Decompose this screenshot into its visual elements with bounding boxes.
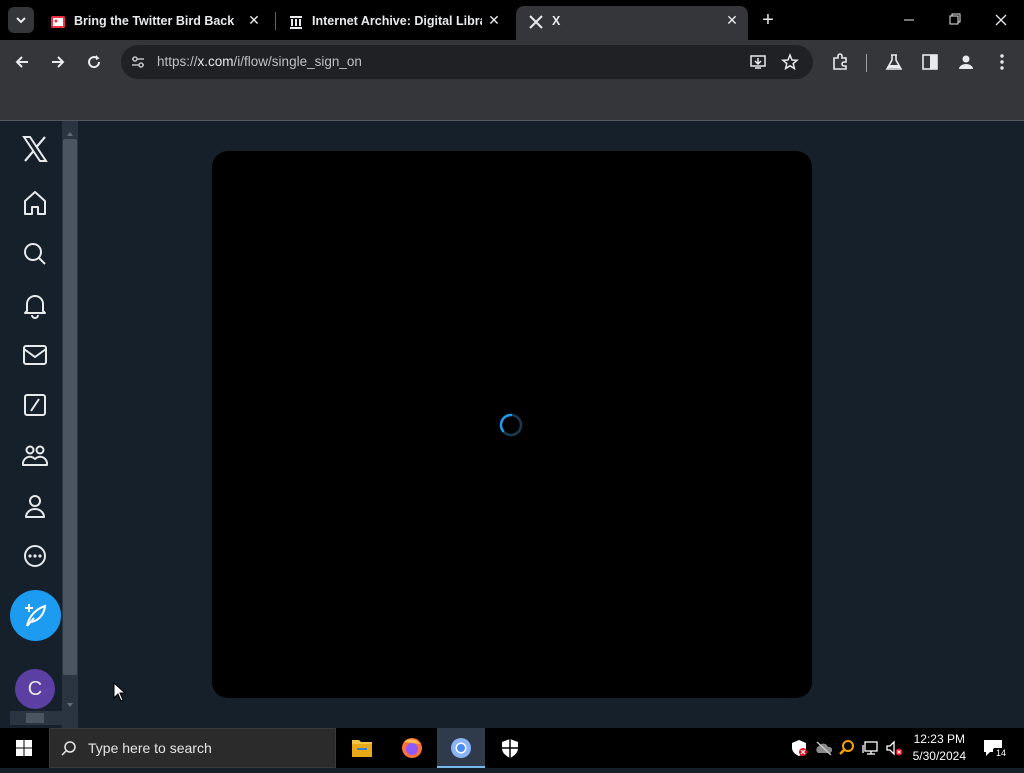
search-placeholder: Type here to search xyxy=(88,740,212,756)
address-bar[interactable]: https://x.com/i/flow/single_sign_on xyxy=(121,45,813,79)
site-info-icon[interactable] xyxy=(129,53,147,71)
loading-spinner-icon xyxy=(498,412,524,438)
scroll-down-arrow-icon[interactable] xyxy=(66,696,74,707)
close-window-button[interactable] xyxy=(990,10,1012,30)
windows-taskbar: Type here to search 12:23 PM 5/30/2024 xyxy=(0,728,1024,768)
mouse-cursor-icon xyxy=(113,681,127,702)
tab-title: X xyxy=(552,14,561,28)
menu-button[interactable] xyxy=(992,52,1012,72)
bookmarks-bar xyxy=(0,85,1024,121)
kebab-menu-icon xyxy=(1000,54,1004,70)
profile-button[interactable] xyxy=(956,52,976,72)
post-button[interactable] xyxy=(10,590,61,641)
back-button[interactable] xyxy=(12,52,32,72)
grok-icon[interactable] xyxy=(19,389,51,421)
clock-time: 12:23 PM xyxy=(913,732,965,746)
side-panel-icon xyxy=(922,54,938,70)
close-tab-icon[interactable]: ✕ xyxy=(724,12,740,28)
minimize-button[interactable] xyxy=(898,10,920,30)
taskbar-search-box[interactable]: Type here to search xyxy=(49,728,336,768)
tab-x-active[interactable]: X ✕ xyxy=(516,6,748,40)
magnifier-tray-icon[interactable] xyxy=(838,739,856,757)
mail-icon[interactable] xyxy=(19,339,51,371)
image-favicon xyxy=(50,14,66,30)
search-icon xyxy=(61,741,76,756)
network-tray-icon[interactable] xyxy=(862,739,880,757)
firefox-button[interactable] xyxy=(388,728,436,768)
scrollbar-thumb[interactable] xyxy=(63,139,77,675)
volume-muted-tray-icon[interactable] xyxy=(884,739,904,757)
firefox-icon xyxy=(402,738,422,758)
forward-arrow-icon xyxy=(52,56,65,68)
home-icon[interactable] xyxy=(19,187,51,219)
reload-button[interactable] xyxy=(84,52,104,72)
new-tab-button[interactable]: + xyxy=(758,10,778,30)
toolbar-divider xyxy=(866,54,867,72)
extensions-button[interactable] xyxy=(830,52,850,72)
chevron-down-icon xyxy=(16,17,26,24)
flask-icon xyxy=(885,54,903,70)
horizontal-scrollbar[interactable] xyxy=(10,711,62,725)
shield-icon xyxy=(502,739,518,758)
close-icon xyxy=(995,14,1007,26)
browser-toolbar: https://x.com/i/flow/single_sign_on xyxy=(0,40,1024,85)
more-icon[interactable] xyxy=(19,540,51,572)
url-text: https://x.com/i/flow/single_sign_on xyxy=(157,54,362,69)
tab-internet-archive[interactable]: Internet Archive: Digital Librar ✕ xyxy=(276,6,512,40)
bell-icon[interactable] xyxy=(19,289,51,321)
start-button[interactable] xyxy=(0,728,48,768)
page-content: C xyxy=(0,121,1024,728)
close-tab-icon[interactable]: ✕ xyxy=(486,12,502,28)
bookmark-star-icon[interactable] xyxy=(781,52,799,71)
x-logo-icon xyxy=(528,14,544,30)
communities-icon[interactable] xyxy=(19,439,51,471)
chrome-icon xyxy=(451,738,471,758)
windows-logo-icon xyxy=(16,740,32,756)
chrome-button[interactable] xyxy=(437,728,485,768)
x-logo-icon[interactable] xyxy=(19,133,51,165)
reload-icon xyxy=(88,55,101,69)
back-arrow-icon xyxy=(15,56,28,68)
puzzle-icon xyxy=(833,53,847,70)
archive-icon xyxy=(288,14,304,30)
security-app-button[interactable] xyxy=(486,728,534,768)
folder-icon xyxy=(352,740,372,757)
tab-twitter-bird[interactable]: Bring the Twitter Bird Back ✕ xyxy=(38,6,274,40)
windows-security-tray-icon[interactable] xyxy=(790,739,808,757)
search-icon[interactable] xyxy=(19,238,51,270)
person-icon xyxy=(959,55,973,69)
tab-strip: Bring the Twitter Bird Back ✕ Internet A… xyxy=(0,0,1024,40)
system-clock[interactable]: 12:23 PM 5/30/2024 xyxy=(913,731,966,765)
tab-search-button[interactable] xyxy=(8,7,34,33)
tab-title: Internet Archive: Digital Librar xyxy=(312,14,482,28)
restore-icon xyxy=(949,13,961,25)
restore-button[interactable] xyxy=(944,10,966,30)
onedrive-tray-icon[interactable] xyxy=(814,739,834,757)
close-tab-icon[interactable]: ✕ xyxy=(246,12,262,28)
avatar[interactable]: C xyxy=(15,669,55,709)
side-panel-button[interactable] xyxy=(920,52,940,72)
labs-button[interactable] xyxy=(884,52,904,72)
clock-date: 5/30/2024 xyxy=(912,749,966,763)
scroll-up-arrow-icon[interactable] xyxy=(66,125,74,136)
forward-button[interactable] xyxy=(48,52,68,72)
horizontal-scrollbar-thumb[interactable] xyxy=(26,713,44,723)
notification-count-badge: 14 xyxy=(993,748,1009,762)
file-explorer-button[interactable] xyxy=(338,728,386,768)
minimize-icon xyxy=(904,19,914,21)
profile-icon[interactable] xyxy=(19,490,51,522)
install-app-icon[interactable] xyxy=(749,53,767,71)
tab-title: Bring the Twitter Bird Back xyxy=(74,14,235,28)
feather-plus-icon xyxy=(25,604,47,627)
